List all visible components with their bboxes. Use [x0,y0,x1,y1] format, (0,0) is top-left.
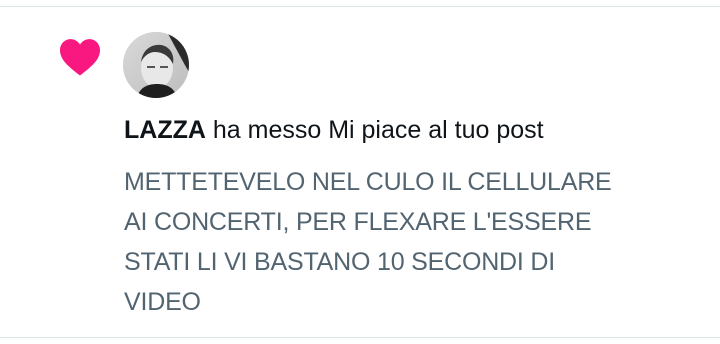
user-name[interactable]: LAZZA [124,116,206,144]
post-line: AI CONCERTI, PER FLEXARE L'ESSERE [124,208,592,236]
post-line: STATI LI VI BASTANO 10 SECONDI DI [124,248,555,276]
action-text: ha messo Mi piace al tuo post [212,116,544,144]
like-notification[interactable]: LAZZA ha messo Mi piace al tuo post METT… [0,7,720,337]
avatar-photo [123,32,189,98]
post-line: VIDEO [124,288,201,316]
post-text[interactable]: METTETEVELO NEL CULO IL CELLULARE AI CON… [124,162,704,322]
post-line: METTETEVELO NEL CULO IL CELLULARE [124,168,612,196]
bottom-divider [0,337,720,338]
notification-headline: LAZZA ha messo Mi piace al tuo post [124,114,544,146]
heart-icon [60,39,100,76]
avatar[interactable] [123,32,189,98]
